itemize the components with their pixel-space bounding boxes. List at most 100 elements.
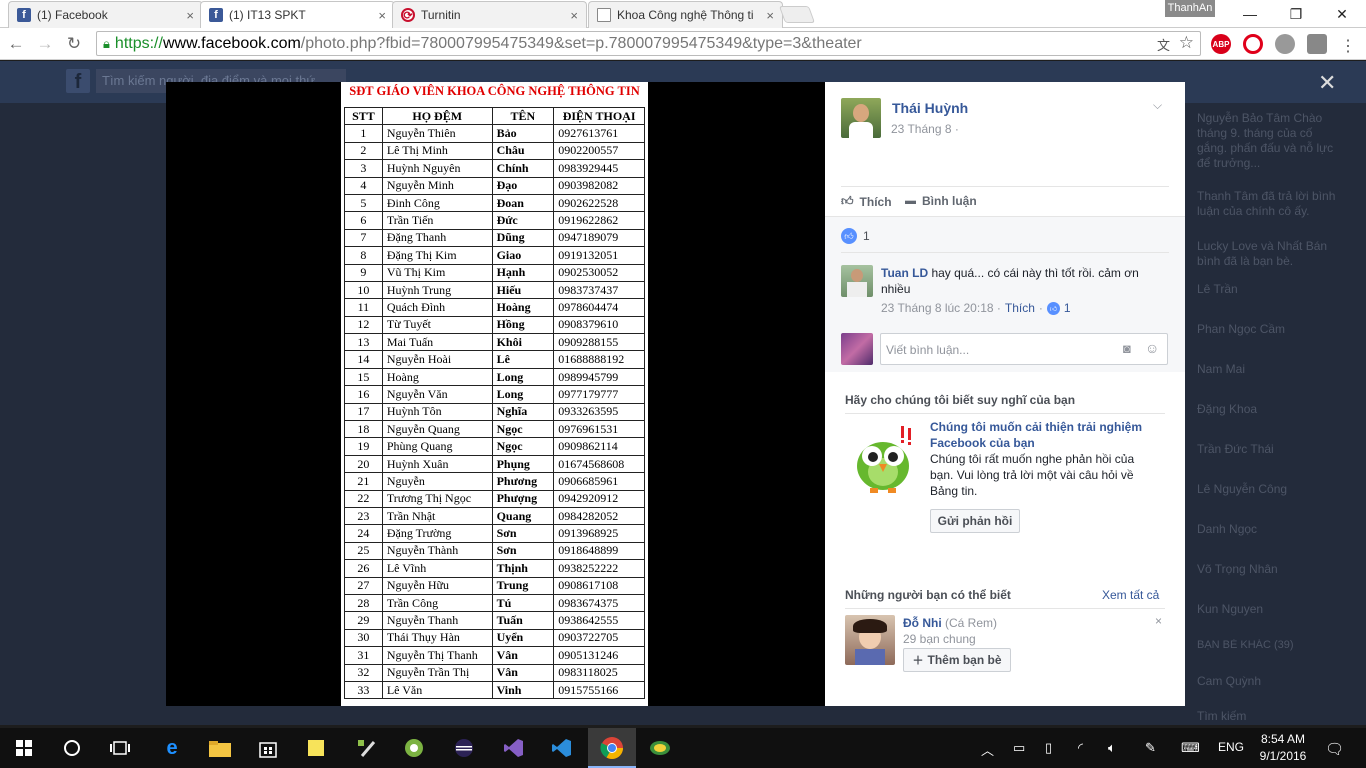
chat-contact[interactable]: Kun Nguyen xyxy=(1197,602,1337,616)
comment-time[interactable]: 23 Tháng 8 lúc 20:18 · xyxy=(881,301,1001,315)
cortana-icon[interactable] xyxy=(60,736,84,760)
visual-studio-icon[interactable] xyxy=(502,736,526,760)
close-icon[interactable]: × xyxy=(570,8,578,23)
reload-icon[interactable]: ↻ xyxy=(62,33,86,55)
maximize-icon[interactable]: ❐ xyxy=(1273,0,1319,28)
new-tab-button[interactable] xyxy=(778,6,816,23)
tab-khoa-cntt[interactable]: Khoa Công nghệ Thông ti × xyxy=(588,1,783,28)
avatar[interactable] xyxy=(841,98,881,138)
clock[interactable]: 8:54 AM 9/1/2016 xyxy=(1252,731,1314,765)
table-cell: 8 xyxy=(344,246,383,265)
store-icon[interactable] xyxy=(256,736,280,760)
tools-icon[interactable] xyxy=(354,736,378,760)
send-feedback-button[interactable]: Gửi phản hồi xyxy=(930,509,1020,533)
table-cell: Trần Công xyxy=(381,593,493,613)
photo-document[interactable]: SĐT GIÁO VIÊN KHOA CÔNG NGHỆ THÔNG TIN S… xyxy=(341,82,648,706)
comment-author[interactable]: Tuan LD xyxy=(881,266,928,280)
forward-icon[interactable]: → xyxy=(33,33,57,55)
edge-icon[interactable]: e xyxy=(160,736,184,760)
table-cell: 33 xyxy=(344,680,383,700)
chat-contact[interactable]: Phan Ngọc Cầm xyxy=(1197,322,1337,336)
adblock-icon[interactable]: ABP xyxy=(1211,34,1231,54)
language-indicator[interactable]: ENG xyxy=(1218,740,1244,754)
chat-contact[interactable]: Danh Ngọc xyxy=(1197,522,1337,536)
comment-input[interactable]: Viết bình luận... ◙ ☺ xyxy=(880,333,1168,365)
facebook-logo-icon[interactable]: f xyxy=(66,69,90,93)
task-view-icon[interactable] xyxy=(108,736,132,760)
extension-icon[interactable] xyxy=(1275,34,1295,54)
volume-icon[interactable]: 🔈︎ xyxy=(1108,740,1116,756)
app-icon[interactable] xyxy=(648,736,672,760)
vscode-icon[interactable] xyxy=(550,736,574,760)
back-icon[interactable]: ← xyxy=(4,33,28,55)
table-cell: Hạnh xyxy=(491,263,555,282)
comment-like-count[interactable]: 1 xyxy=(1064,301,1071,315)
translate-icon[interactable]: 文 xyxy=(1157,35,1170,54)
comment-button[interactable]: ▬ Bình luận xyxy=(905,194,977,208)
chevron-up-icon[interactable]: ︿ xyxy=(981,740,994,759)
post-date[interactable]: 23 Tháng 8 · xyxy=(891,122,959,136)
table-row: 4 Nguyễn Minh Đạo 0903982082 xyxy=(344,176,645,195)
table-cell: Trần Nhật xyxy=(381,506,493,526)
chevron-down-icon[interactable]: ⌵ xyxy=(1153,98,1162,113)
suggested-friend-name[interactable]: Đỗ Nhi xyxy=(903,616,942,630)
camera-icon[interactable]: ◙ xyxy=(1123,341,1131,356)
commenter-avatar[interactable] xyxy=(841,265,873,297)
close-icon[interactable]: × xyxy=(186,8,194,23)
address-bar[interactable]: 🔒︎ https://www.facebook.com/photo.php?fb… xyxy=(96,31,1201,56)
mutual-friends[interactable]: 29 bạn chung xyxy=(903,632,976,646)
profile-button[interactable]: ThanhAn xyxy=(1165,0,1215,17)
chat-contact[interactable]: Lê Trần xyxy=(1197,282,1337,296)
chat-contact[interactable]: Cam Quỳnh xyxy=(1197,674,1337,688)
minimize-icon[interactable]: — xyxy=(1227,0,1273,28)
table-cell: Vân xyxy=(491,663,555,682)
sticky-notes-icon[interactable] xyxy=(304,736,328,760)
ticker-item[interactable]: Lucky Love và Nhất Bán bình đã là bạn bè… xyxy=(1197,239,1337,271)
table-cell: Nguyễn Thành xyxy=(381,541,493,561)
chrome-taskbar-button[interactable] xyxy=(588,728,636,768)
wifi-icon[interactable]: ◜ xyxy=(1078,740,1083,756)
chat-contact[interactable]: Võ Trọng Nhân xyxy=(1197,562,1337,576)
file-explorer-icon[interactable] xyxy=(208,736,232,760)
menu-icon[interactable]: ⋮ xyxy=(1340,36,1356,56)
star-icon[interactable]: ☆ xyxy=(1179,33,1194,53)
pen-icon[interactable]: ✎ xyxy=(1145,740,1156,756)
window-close-icon[interactable]: ✕ xyxy=(1319,0,1365,28)
clock-time: 8:54 AM xyxy=(1260,732,1306,746)
chat-contact[interactable]: Nam Mai xyxy=(1197,362,1337,376)
chat-contact[interactable]: Đặng Khoa xyxy=(1197,402,1337,416)
android-studio-icon[interactable] xyxy=(402,736,426,760)
reaction-summary[interactable]: 👍︎ 1 xyxy=(841,228,870,244)
suggested-friend-avatar[interactable] xyxy=(845,615,895,665)
close-icon[interactable]: × xyxy=(766,8,774,23)
close-icon[interactable]: × xyxy=(378,8,386,23)
post-author[interactable]: Thái Huỳnh xyxy=(892,100,968,116)
emoji-icon[interactable]: ☺ xyxy=(1145,340,1159,356)
comment-like-link[interactable]: Thích xyxy=(1005,301,1035,315)
opera-icon[interactable] xyxy=(1243,34,1263,54)
feedback-title[interactable]: Chúng tôi muốn cải thiện trải nghiệm Fac… xyxy=(930,419,1155,451)
windows-start-icon[interactable] xyxy=(12,736,36,760)
battery-icon[interactable]: ▯ xyxy=(1045,740,1052,756)
notifications-icon[interactable]: 🗨︎ xyxy=(1325,740,1344,758)
chat-contact[interactable]: Lê Nguyễn Công xyxy=(1197,482,1337,496)
tab-facebook[interactable]: f (1) Facebook × xyxy=(8,1,203,28)
extension-icon[interactable] xyxy=(1307,34,1327,54)
keyboard-layout-icon[interactable]: ▭ xyxy=(1013,740,1025,756)
ticker-item[interactable]: Nguyễn Bảo Tâm Chào tháng 9. tháng của c… xyxy=(1197,111,1337,171)
touch-keyboard-icon[interactable]: ⌨ xyxy=(1181,740,1200,756)
close-icon[interactable]: ✕ xyxy=(1318,70,1336,96)
see-all-link[interactable]: Xem tất cả xyxy=(1102,588,1159,602)
tab-it13-spkt[interactable]: f (1) IT13 SPKT × xyxy=(200,1,395,28)
table-row: 25 Nguyễn Thành Sơn 0918648899 xyxy=(344,541,645,561)
tab-turnitin[interactable]: ⟳ Turnitin × xyxy=(392,1,587,28)
eclipse-icon[interactable] xyxy=(452,736,476,760)
table-cell: Vân xyxy=(491,646,555,665)
chat-search-input[interactable]: Tìm kiếm xyxy=(1197,709,1337,723)
ticker-item[interactable]: Thanh Tâm đã trả lời bình luận của chính… xyxy=(1197,189,1337,221)
add-friend-button[interactable]: ＋ Thêm bạn bè xyxy=(903,648,1011,672)
chat-contact[interactable]: Trần Đức Thái xyxy=(1197,442,1337,456)
document-title: SĐT GIÁO VIÊN KHOA CÔNG NGHỆ THÔNG TIN xyxy=(349,84,640,98)
dismiss-icon[interactable]: × xyxy=(1155,614,1162,628)
like-button[interactable]: 👍︎ Thích xyxy=(841,194,892,209)
